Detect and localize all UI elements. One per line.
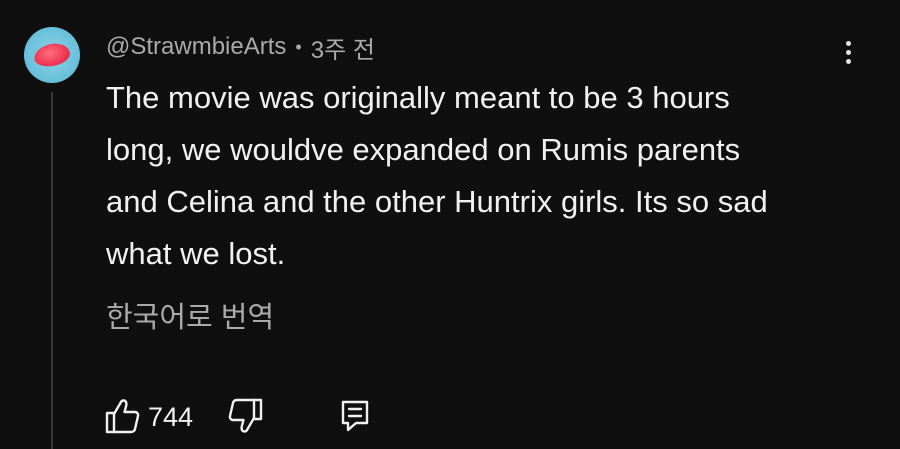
reply-button[interactable] xyxy=(338,398,372,434)
comment-item: @StrawmbieArts • 3주 전 The movie was orig… xyxy=(0,0,900,449)
comment-time[interactable]: 3주 전 xyxy=(311,30,375,65)
more-vertical-icon[interactable] xyxy=(836,38,860,68)
thumbs-down-icon xyxy=(228,398,263,433)
dislike-button[interactable] xyxy=(228,396,264,436)
comment-actions: 744 xyxy=(104,396,404,440)
reply-comment-icon xyxy=(341,400,369,432)
like-count: 744 xyxy=(148,402,194,432)
comment-meta: @StrawmbieArts • 3주 전 xyxy=(106,30,375,65)
comment-text: The movie was originally meant to be 3 h… xyxy=(106,80,768,271)
like-button[interactable] xyxy=(104,396,140,436)
thumbs-up-icon xyxy=(105,399,140,434)
avatar[interactable] xyxy=(24,27,80,83)
translate-button[interactable]: 한국어로 번역 xyxy=(106,294,274,336)
meta-separator: • xyxy=(295,36,302,57)
author-name[interactable]: @StrawmbieArts xyxy=(106,33,286,61)
avatar-image xyxy=(32,40,72,70)
thread-line xyxy=(51,92,53,449)
